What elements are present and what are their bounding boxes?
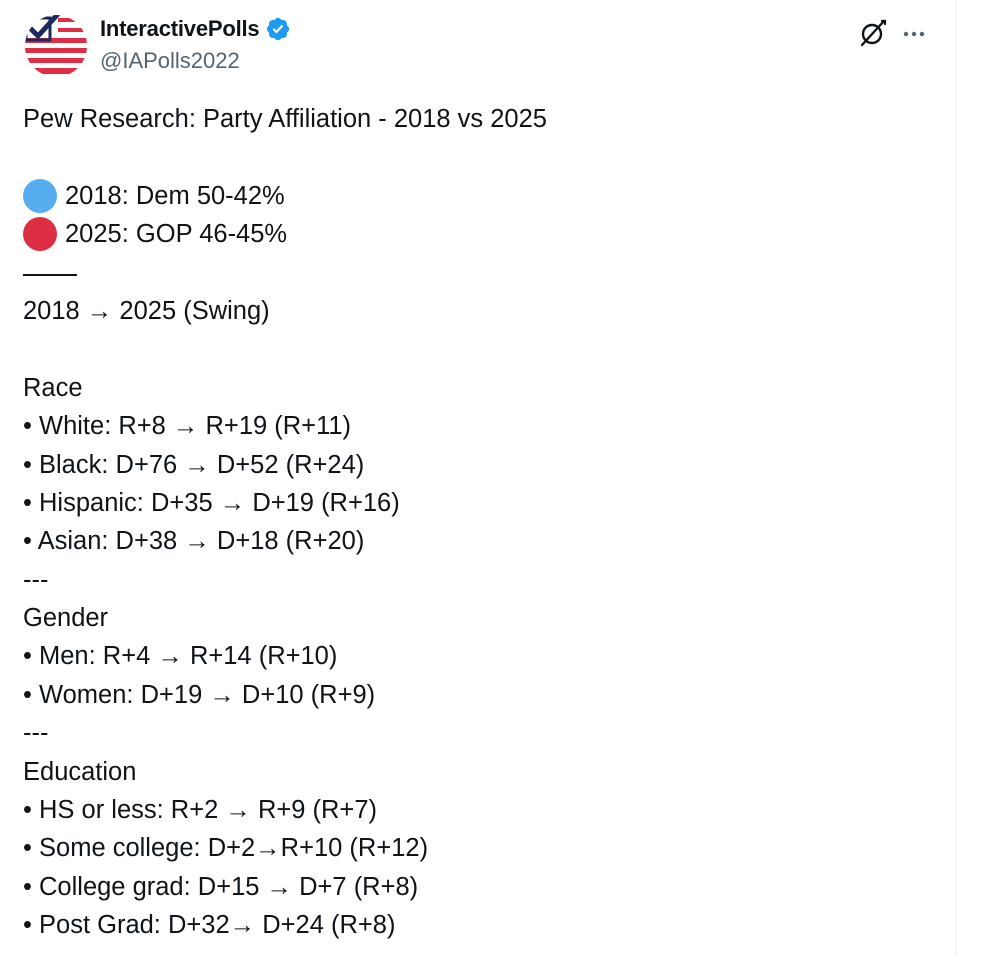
list-item: • Women: D+19 → D+10 (R+9) bbox=[23, 680, 376, 709]
horizontal-rule bbox=[23, 254, 933, 292]
verified-badge-icon bbox=[267, 17, 290, 41]
author-handle[interactable]: @IAPolls2022 bbox=[100, 48, 240, 74]
section-separator: --- bbox=[23, 719, 49, 748]
column-divider bbox=[955, 0, 956, 956]
list-item: • Asian: D+38 → D+18 (R+20) bbox=[23, 527, 365, 556]
tweet-text: Pew Research: Party Affiliation - 2018 v… bbox=[23, 100, 933, 945]
list-item: • Men: R+4 → R+14 (R+10) bbox=[23, 642, 338, 671]
tweet-header: InteractivePolls @IAPolls2022 bbox=[24, 14, 934, 80]
more-icon[interactable] bbox=[900, 20, 928, 48]
section-heading-race: Race bbox=[23, 373, 83, 402]
result-2018-line: 2018: Dem 50-42% bbox=[23, 177, 933, 215]
swing-header: 2018 → 2025 (Swing) bbox=[23, 296, 270, 325]
author-display-name[interactable]: InteractivePolls bbox=[100, 16, 260, 42]
tweet-title: Pew Research: Party Affiliation - 2018 v… bbox=[23, 105, 547, 133]
result-2025-line: 2025: GOP 46-45% bbox=[23, 215, 933, 253]
grok-icon[interactable] bbox=[858, 18, 888, 48]
list-item: • Hispanic: D+35 → D+19 (R+16) bbox=[23, 488, 400, 517]
list-item: • HS or less: R+2 → R+9 (R+7) bbox=[23, 796, 377, 825]
list-item: • Some college: D+2→R+10 (R+12) bbox=[23, 834, 429, 863]
blue-circle-icon bbox=[23, 178, 57, 213]
result-2025-text: 2025: GOP 46-45% bbox=[65, 220, 288, 249]
section-heading-gender: Gender bbox=[23, 604, 109, 633]
list-item: • College grad: D+15 → D+7 (R+8) bbox=[23, 872, 419, 901]
list-item: • Post Grad: D+32→ D+24 (R+8) bbox=[23, 911, 396, 940]
author-name-row[interactable]: InteractivePolls bbox=[100, 16, 291, 42]
list-item: • Black: D+76 → D+52 (R+24) bbox=[23, 450, 365, 479]
rule-bar bbox=[23, 273, 77, 276]
us-flag-checkbox-logo-icon bbox=[25, 15, 87, 77]
section-separator: --- bbox=[23, 565, 49, 594]
red-circle-icon bbox=[23, 217, 57, 252]
avatar[interactable] bbox=[24, 14, 88, 78]
section-heading-education: Education bbox=[23, 757, 137, 786]
list-item: • White: R+8 → R+19 (R+11) bbox=[23, 412, 352, 441]
result-2018-text: 2018: Dem 50-42% bbox=[65, 181, 285, 210]
